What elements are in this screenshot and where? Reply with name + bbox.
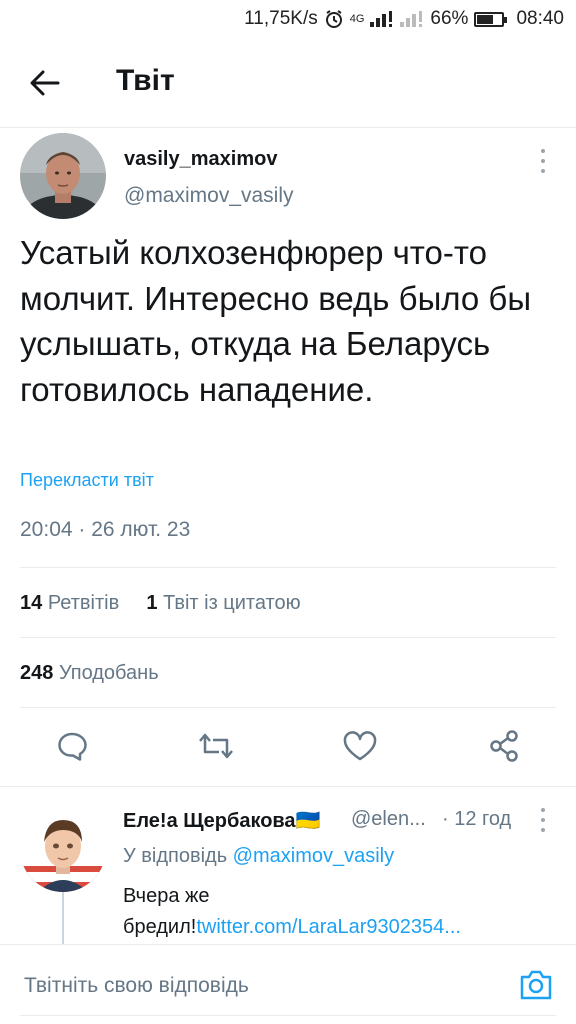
likes-stats[interactable]: 248 Уподобань <box>20 662 159 685</box>
divider <box>0 786 576 787</box>
tweet-text: Усатый колхозенфюрер что-то молчит. Инте… <box>20 234 532 408</box>
reply-time: · 12 год <box>442 808 512 830</box>
thread-line <box>62 892 64 944</box>
retweet-icon <box>199 733 233 759</box>
network-type: 4G <box>349 13 365 25</box>
translate-link[interactable]: Перекласти твіт <box>20 470 154 491</box>
arrow-left-icon <box>30 70 60 96</box>
more-options-button[interactable] <box>538 149 548 173</box>
reply-more-options-button[interactable] <box>538 808 548 832</box>
reply-to-line: У відповідь @maximov_vasily <box>123 845 395 867</box>
divider <box>20 707 556 708</box>
signal-2-icon <box>400 11 424 27</box>
camera-button[interactable] <box>518 968 558 1004</box>
reply-author-avatar[interactable] <box>20 806 106 892</box>
quotes-link[interactable]: 1 Твіт із цитатою <box>146 592 300 614</box>
comment-icon <box>58 732 87 761</box>
retweets-link[interactable]: 14 Ретвітів <box>20 592 119 614</box>
clock: 08:40 <box>516 8 564 29</box>
share-icon <box>490 730 518 762</box>
page-title: Твіт <box>116 64 175 97</box>
flag-icon: 🇺🇦 <box>295 810 321 832</box>
author-handle[interactable]: @maximov_vasily <box>124 184 294 208</box>
divider <box>20 637 556 638</box>
more-vertical-icon <box>541 149 545 153</box>
author-avatar[interactable] <box>20 133 106 219</box>
divider <box>20 567 556 568</box>
like-button[interactable] <box>340 726 380 766</box>
battery-percent: 66% <box>430 8 469 29</box>
heart-icon <box>343 731 377 761</box>
signal-icon <box>370 11 394 27</box>
alarm-icon <box>324 9 344 29</box>
camera-icon <box>520 970 552 1000</box>
reply-composer: Твітніть свою відповідь <box>0 944 576 1024</box>
back-button[interactable] <box>28 66 62 100</box>
divider <box>20 1015 556 1016</box>
top-bar: Твіт <box>0 38 576 128</box>
more-vertical-icon <box>541 808 545 812</box>
retweet-button[interactable] <box>196 726 236 766</box>
retweet-stats: 14 Ретвітів 1 Твіт із цитатою <box>20 592 301 615</box>
status-bar: 11,75K/s 4G 66% 08:40 <box>0 0 576 38</box>
reply-button[interactable] <box>52 726 92 766</box>
reply-link[interactable]: twitter.com/LaraLar9302354... <box>196 916 461 938</box>
tweet-actions <box>0 726 576 770</box>
reply-author-handle[interactable]: @elen... <box>351 808 426 831</box>
battery-icon <box>474 11 508 27</box>
reply-to-handle-link[interactable]: @maximov_vasily <box>233 845 394 867</box>
author-name[interactable]: vasily_maximov <box>124 148 277 171</box>
reply-input[interactable]: Твітніть свою відповідь <box>24 974 249 998</box>
reply-text: Вчера же бредил!twitter.com/LaraLar93023… <box>123 885 461 938</box>
share-button[interactable] <box>484 726 524 766</box>
reply-author-name[interactable]: Еле!а Щербакова🇺🇦 <box>123 808 320 833</box>
tweet-timestamp: 20:04 · 26 лют. 23 <box>20 518 191 541</box>
net-speed: 11,75K/s <box>244 8 318 29</box>
